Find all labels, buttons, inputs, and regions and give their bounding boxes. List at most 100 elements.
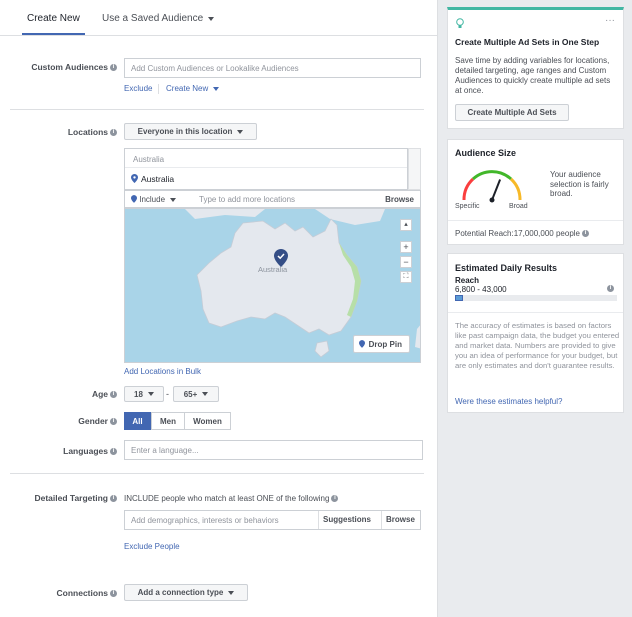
detailed-targeting-input[interactable]: Add demographics, interests or behaviors [131, 516, 279, 525]
gauge-defined-segment [471, 170, 513, 181]
custom-audiences-label: Custom Audiences i [10, 62, 117, 72]
age-min-dropdown[interactable]: 18 [124, 386, 164, 402]
include-label: Include [139, 195, 166, 204]
location-pin-icon [131, 195, 137, 203]
chevron-down-icon [147, 392, 154, 396]
info-icon[interactable]: i [110, 495, 117, 503]
gauge-needle [491, 179, 502, 201]
gauge-specific-segment [462, 177, 475, 201]
chevron-down-icon [228, 590, 235, 595]
connection-type-dropdown[interactable]: Add a connection type [124, 584, 248, 601]
list-divider [125, 167, 407, 168]
chevron-down-icon [170, 198, 177, 202]
exclude-people-link[interactable]: Exclude People [124, 542, 180, 551]
gauge-specific-label: Specific [455, 203, 480, 210]
daily-results-card: Estimated Daily Results Reach 6,800 - 43… [447, 253, 624, 413]
info-icon[interactable]: i [582, 230, 589, 238]
detailed-targeting-label-text: Detailed Targeting [34, 493, 108, 503]
location-type-dropdown[interactable]: Everyone in this location [124, 123, 257, 140]
gender-men-button[interactable]: Men [151, 412, 185, 430]
age-min-value: 18 [134, 389, 143, 399]
exclude-link[interactable]: Exclude [124, 84, 152, 93]
reach-bar [455, 295, 617, 301]
connection-type-label: Add a connection type [137, 588, 224, 597]
create-multiple-ad-sets-button[interactable]: Create Multiple Ad Sets [455, 104, 569, 121]
more-options-icon[interactable]: ··· [605, 15, 615, 26]
location-list: Australia Australia [124, 148, 408, 190]
gauge-hub [489, 197, 495, 203]
info-icon[interactable]: i [110, 590, 117, 598]
drop-pin-label: Drop Pin [368, 339, 402, 349]
zoom-out-button[interactable]: − [400, 256, 412, 268]
active-tab-indicator [22, 33, 85, 35]
potential-reach: Potential Reach:17,000,000 people i [455, 229, 589, 238]
selected-location[interactable]: Australia [131, 174, 174, 184]
age-label-text: Age [91, 389, 108, 399]
info-icon[interactable]: i [110, 129, 117, 137]
divider [448, 312, 623, 313]
chevron-down-icon [202, 392, 209, 396]
location-search-input[interactable]: Type to add more locations [199, 195, 295, 204]
connections-label-text: Connections [56, 588, 108, 598]
location-map[interactable]: Australia ▴ + − ⛶ Drop Pin [124, 208, 421, 363]
tab-saved-audience-label: Use a Saved Audience [102, 13, 204, 24]
fullscreen-icon[interactable]: ⛶ [400, 271, 412, 283]
link-divider [158, 84, 159, 94]
detailed-targeting-description-text: INCLUDE people who match at least ONE of… [124, 494, 330, 503]
add-locations-bulk-link[interactable]: Add Locations in Bulk [124, 367, 201, 376]
tip-card-title: Create Multiple Ad Sets in One Step [455, 37, 600, 47]
info-icon[interactable]: i [331, 495, 339, 503]
map-pin-icon [274, 249, 288, 267]
audience-description: Your audience selection is fairly broad. [550, 170, 609, 198]
location-browse-button[interactable]: Browse [385, 195, 414, 204]
map-layers-button[interactable]: ▴ [400, 219, 412, 231]
gender-label: Gender i [10, 416, 117, 426]
age-label: Age i [10, 389, 117, 399]
detailed-targeting-description: INCLUDE people who match at least ONE of… [124, 494, 339, 503]
tab-saved-audience[interactable]: Use a Saved Audience [102, 13, 215, 24]
info-icon[interactable]: i [607, 285, 614, 292]
audience-tabs: Create New Use a Saved Audience [0, 0, 437, 36]
create-new-link-label: Create New [166, 84, 209, 93]
info-icon[interactable]: i [110, 391, 117, 399]
languages-label: Languages i [10, 446, 117, 456]
audience-size-title: Audience Size [455, 148, 517, 158]
gauge-broad-label: Broad [509, 203, 528, 210]
include-dropdown[interactable]: Include [131, 195, 177, 204]
create-new-link[interactable]: Create New [166, 84, 220, 93]
gender-women-button[interactable]: Women [184, 412, 231, 430]
drop-pin-button[interactable]: Drop Pin [352, 335, 410, 353]
location-pin-icon [131, 174, 138, 183]
languages-input[interactable]: Enter a language... [124, 440, 423, 460]
tip-card-body: Save time by adding variables for locati… [455, 56, 611, 95]
location-type-label: Everyone in this location [137, 127, 233, 136]
info-icon[interactable]: i [110, 64, 117, 72]
age-max-dropdown[interactable]: 65+ [173, 386, 219, 402]
estimates-helpful-link[interactable]: Were these estimates helpful? [455, 397, 562, 406]
location-list-scrollbar[interactable] [408, 148, 421, 190]
info-icon[interactable]: i [110, 418, 117, 426]
field-divider [381, 511, 382, 529]
detailed-targeting-field: Add demographics, interests or behaviors… [124, 510, 421, 530]
audience-gauge [462, 170, 522, 203]
locations-label-text: Locations [67, 127, 108, 137]
custom-audiences-input[interactable]: Add Custom Audiences or Lookalike Audien… [124, 58, 421, 78]
age-max-value: 65+ [183, 389, 198, 399]
gender-all-button[interactable]: All [124, 412, 151, 430]
tab-create-new[interactable]: Create New [27, 13, 80, 24]
custom-audiences-label-text: Custom Audiences [31, 62, 108, 72]
multiple-ad-sets-card: ··· Create Multiple Ad Sets in One Step … [447, 7, 624, 129]
detailed-targeting-browse-button[interactable]: Browse [386, 515, 415, 524]
daily-results-title: Estimated Daily Results [455, 263, 558, 273]
chevron-down-icon [208, 17, 215, 21]
location-group-header: Australia [133, 155, 165, 164]
targeting-form: Create New Use a Saved Audience Custom A… [0, 0, 437, 617]
lightbulb-icon [456, 18, 464, 28]
detailed-targeting-label: Detailed Targeting i [10, 493, 117, 503]
languages-label-text: Languages [63, 446, 108, 456]
gender-label-text: Gender [78, 416, 108, 426]
audience-size-card: Audience Size Specific Broad Your audien… [447, 139, 624, 245]
suggestions-button[interactable]: Suggestions [323, 515, 371, 524]
info-icon[interactable]: i [110, 448, 117, 456]
zoom-in-button[interactable]: + [400, 241, 412, 253]
